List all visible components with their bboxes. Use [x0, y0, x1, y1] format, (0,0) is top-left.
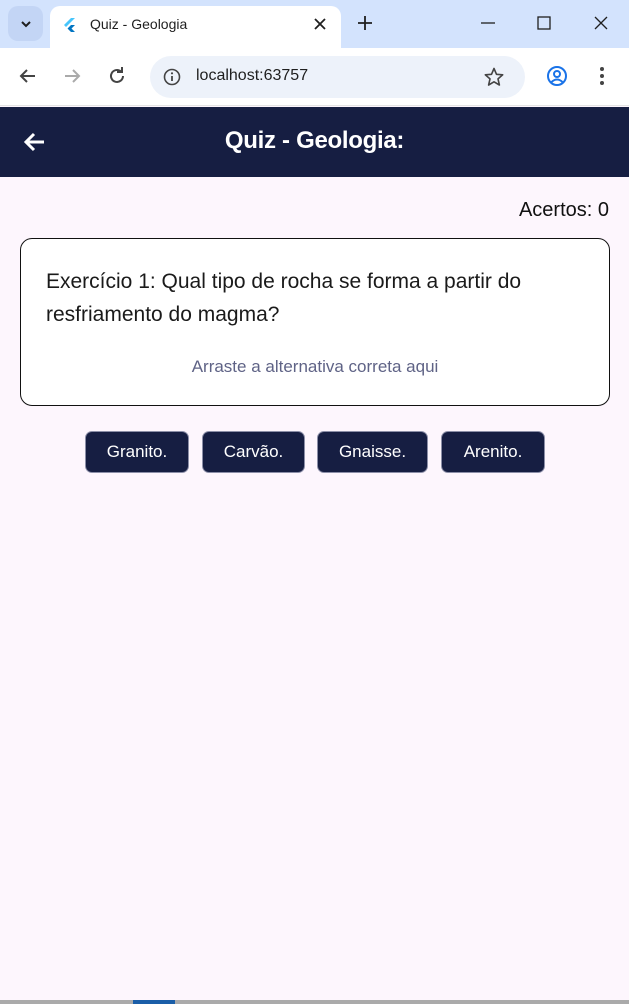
- reload-icon[interactable]: [106, 65, 128, 87]
- minimize-icon[interactable]: [478, 13, 498, 33]
- option-arenito[interactable]: Arenito.: [441, 431, 545, 473]
- site-info-icon[interactable]: [162, 67, 182, 87]
- taskbar-accent: [133, 1000, 175, 1004]
- address-bar[interactable]: localhost:63757: [150, 56, 525, 98]
- more-options-icon[interactable]: [591, 65, 613, 87]
- option-gnaisse[interactable]: Gnaisse.: [317, 431, 428, 473]
- tab-search-button[interactable]: [8, 6, 43, 41]
- new-tab-plus-icon[interactable]: [355, 13, 375, 33]
- bookmark-star-icon[interactable]: [483, 66, 505, 88]
- chevron-down-icon: [20, 20, 31, 27]
- taskbar-edge: [0, 1000, 629, 1004]
- page-title: Quiz - Geologia:: [224, 127, 405, 154]
- browser-toolbar: localhost:63757: [0, 48, 629, 106]
- question-drop-target[interactable]: Exercício 1: Qual tipo de rocha se forma…: [20, 238, 610, 406]
- option-carvao[interactable]: Carvão.: [202, 431, 305, 473]
- back-arrow-icon[interactable]: [17, 65, 39, 87]
- question-text: Exercício 1: Qual tipo de rocha se forma…: [46, 270, 522, 326]
- maximize-icon[interactable]: [534, 13, 554, 33]
- browser-tab[interactable]: Quiz - Geologia: [50, 6, 341, 48]
- window-close-icon[interactable]: [591, 13, 611, 33]
- drop-hint: Arraste a alternativa correta aqui: [191, 357, 439, 376]
- profile-icon[interactable]: [546, 65, 568, 87]
- browser-titlebar: Quiz - Geologia: [0, 0, 629, 48]
- forward-arrow-icon[interactable]: [61, 65, 83, 87]
- answer-options: Granito. Carvão. Gnaisse. Arenito.: [0, 431, 629, 473]
- flutter-icon: [64, 18, 75, 32]
- close-icon[interactable]: [312, 16, 328, 32]
- url-text[interactable]: localhost:63757: [196, 67, 308, 85]
- score-counter: Acertos: 0: [518, 199, 609, 221]
- option-granito[interactable]: Granito.: [85, 431, 189, 473]
- app-bar: Quiz - Geologia:: [0, 107, 629, 177]
- tab-title: Quiz - Geologia: [90, 16, 188, 32]
